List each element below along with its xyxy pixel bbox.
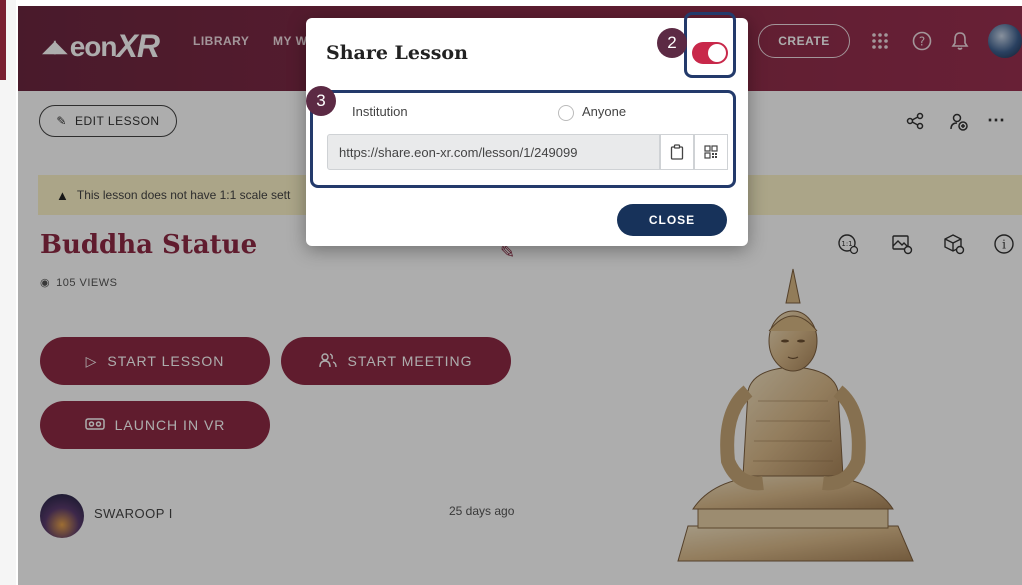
option-institution-label[interactable]: Institution <box>352 104 408 119</box>
app-frame: ◢◣ eon XR LIBRARY MY W CREATE ? ✎ EDIT L… <box>18 6 1022 585</box>
toggle-knob <box>708 44 726 62</box>
qr-code-icon <box>704 145 718 159</box>
qr-code-button[interactable] <box>694 134 728 170</box>
close-button[interactable]: CLOSE <box>617 204 727 236</box>
outer-strip <box>0 0 16 585</box>
copy-link-button[interactable] <box>660 134 694 170</box>
share-scope-options: Institution Anyone <box>336 104 736 124</box>
outer-accent <box>0 0 6 80</box>
public-share-toggle[interactable] <box>692 42 728 64</box>
step-badge-2: 2 <box>657 28 687 58</box>
option-anyone-label[interactable]: Anyone <box>582 104 626 119</box>
step-badge-3: 3 <box>306 86 336 116</box>
share-url-field[interactable]: https://share.eon-xr.com/lesson/1/249099 <box>327 134 660 170</box>
option-anyone-radio[interactable] <box>558 105 574 121</box>
dialog-title: Share Lesson <box>326 42 468 64</box>
share-url-text: https://share.eon-xr.com/lesson/1/249099 <box>339 144 578 160</box>
clipboard-icon <box>670 144 684 160</box>
share-lesson-dialog: Share Lesson 2 3 Institution Anyone http… <box>306 12 748 246</box>
